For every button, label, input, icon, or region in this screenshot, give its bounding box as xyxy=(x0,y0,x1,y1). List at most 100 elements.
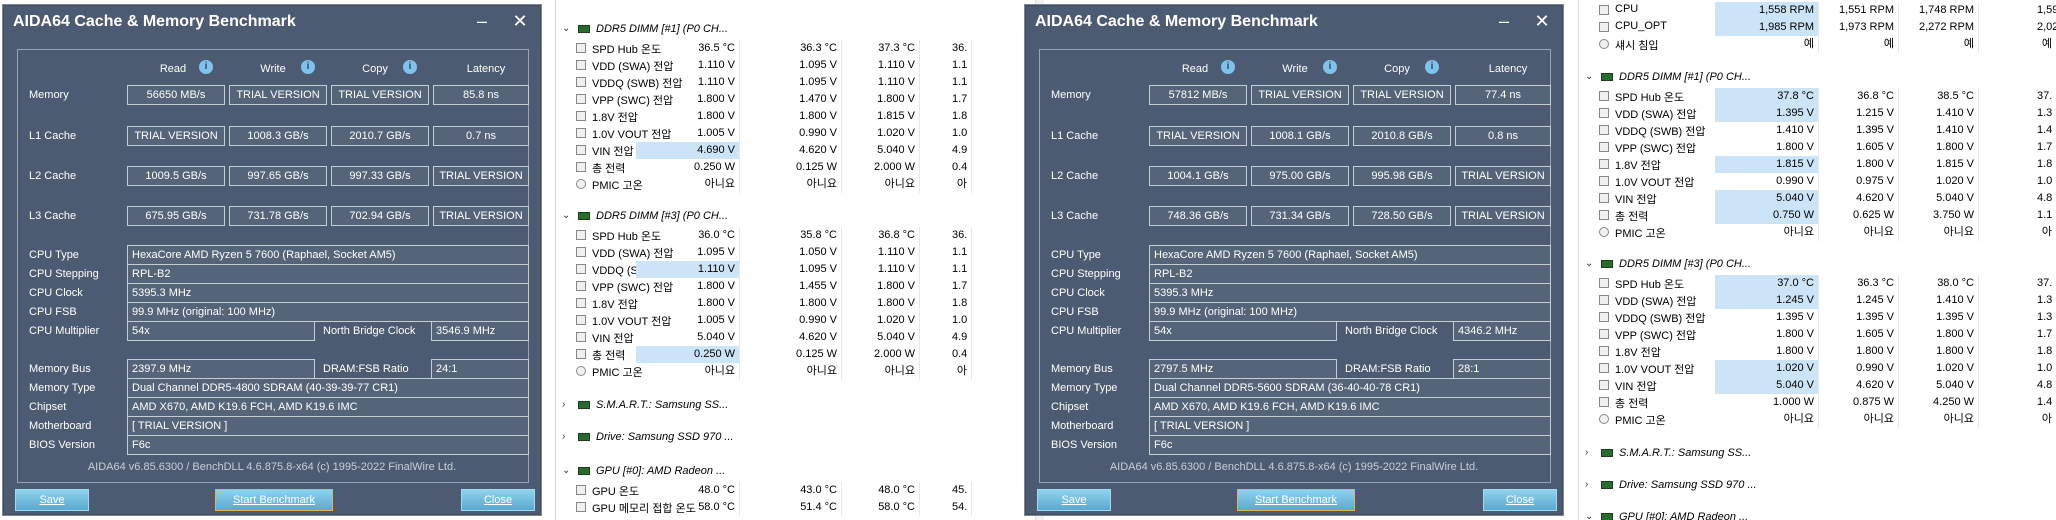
info-icon[interactable]: i xyxy=(1323,60,1337,74)
sensor-row[interactable]: GPU 메모리 접합 온도 58.0 °C 51.4 °C 58.0 °C 54. xyxy=(556,499,1044,516)
chevron-down-icon[interactable]: ⌄ xyxy=(562,465,570,476)
sensor-row[interactable]: PMIC 고온 아니요 아니요 아니요 아 xyxy=(556,363,1044,380)
sensor-row[interactable]: PMIC 고온 아니요 아니요 아니요 아 xyxy=(1579,411,2056,428)
sensor-row[interactable]: VDDQ (SWB) 전압 1.410 V 1.395 V 1.410 V 1.4 xyxy=(1579,122,2056,139)
l3-copy: 728.50 GB/s xyxy=(1353,206,1451,226)
window-close-icon[interactable]: ✕ xyxy=(1527,9,1557,35)
memory-latency: 77.4 ns xyxy=(1455,85,1551,105)
row-label-l3: L3 Cache xyxy=(1051,210,1099,222)
chevron-down-icon[interactable]: ⌄ xyxy=(562,23,570,34)
sensor-row[interactable]: VDDQ (SWB) 전압1.110 V1.095 V1.110 V1.1 xyxy=(556,74,1044,91)
info-icon[interactable]: i xyxy=(301,60,315,74)
sensor-row[interactable]: GPU 온도 48.0 °C 43.0 °C 48.0 °C 45. xyxy=(556,482,1044,499)
info-icon[interactable]: i xyxy=(403,60,417,74)
memory-read: 57812 MB/s xyxy=(1149,85,1247,105)
sensor-row[interactable]: VPP (SWC) 전압 1.800 V 1.605 V 1.800 V 1.7 xyxy=(1579,326,2056,343)
sensor-max: 1.020 V xyxy=(1901,360,1979,377)
sensor-row[interactable]: 1.0V VOUT 전압 1.005 V 0.990 V 1.020 V 1.0 xyxy=(556,125,1044,142)
sensor-row[interactable]: PMIC 고온 아니요 아니요 아니요 아 xyxy=(1579,224,2056,241)
sensor-row[interactable]: VDD (SWA) 전압 1.395 V 1.215 V 1.410 V 1.3 xyxy=(1579,105,2056,122)
sensor-row[interactable]: VDDQ (SWB) 전압1.110 V1.095 V1.110 V1.1 xyxy=(556,261,1044,278)
info-icon[interactable]: i xyxy=(199,60,213,74)
drive-group[interactable]: › Drive: Samsung SSD 970 ... xyxy=(1579,476,2056,496)
chevron-right-icon[interactable]: › xyxy=(1585,447,1588,458)
sensor-row[interactable]: 1.8V 전압 1.800 V 1.800 V 1.800 V 1.8 xyxy=(556,295,1044,312)
sensor-row[interactable]: 총 전력 0.250 W 0.125 W 2.000 W 0.4 xyxy=(556,346,1044,363)
sensor-row[interactable]: 총 전력 0.250 W 0.125 W 2.000 W 0.4 xyxy=(556,159,1044,176)
window-minimize-icon[interactable]: – xyxy=(467,9,497,35)
sensor-row[interactable]: 1.8V 전압 1.815 V 1.800 V 1.815 V 1.8 xyxy=(1579,156,2056,173)
sensor-row[interactable]: SPD Hub 온도 37.0 °C 36.3 °C 38.0 °C 37. xyxy=(1579,275,2056,292)
sensor-row[interactable]: VDD (SWA) 전압 1.095 V 1.050 V 1.110 V 1.1 xyxy=(556,244,1044,261)
chevron-right-icon[interactable]: › xyxy=(562,431,565,442)
window-close-icon[interactable]: ✕ xyxy=(505,9,535,35)
smart-group[interactable]: › S.M.A.R.T.: Samsung SS... xyxy=(556,396,1044,416)
sensor-avg: 아 xyxy=(952,363,972,380)
sensor-row[interactable]: VIN 전압 4.690 V 4.620 V 5.040 V 4.9 xyxy=(556,142,1044,159)
l2-latency: TRIAL VERSION xyxy=(433,166,529,186)
sensor-row[interactable]: VDD (SWA) 전압 1.245 V 1.245 V 1.410 V 1.3 xyxy=(1579,292,2056,309)
start-benchmark-button[interactable]: Start Benchmark xyxy=(1237,489,1355,511)
sensor-min: 0.990 V xyxy=(746,312,842,329)
chevron-right-icon[interactable]: › xyxy=(1585,479,1588,490)
sensor-row[interactable]: SPD Hub 온도 36.0 °C 35.8 °C 36.8 °C 36. xyxy=(556,227,1044,244)
save-button[interactable]: Save xyxy=(1037,489,1111,511)
sensor-row[interactable]: PMIC 고온 아니요 아니요 아니요 아 xyxy=(556,176,1044,193)
sensor-max: 1.410 V xyxy=(1901,292,1979,309)
window-title: AIDA64 Cache & Memory Benchmark xyxy=(13,13,296,30)
dimm1-group[interactable]: ⌄ DDR5 DIMM [#1] (P0 CH... xyxy=(556,20,1044,40)
chevron-down-icon[interactable]: ⌄ xyxy=(1585,258,1593,269)
sensor-row[interactable]: VDDQ (SWB) 전압 1.395 V 1.395 V 1.395 V 1.3 xyxy=(1579,309,2056,326)
sensor-row[interactable]: SPD Hub 온도 36.5 °C 36.3 °C 37.3 °C 36. xyxy=(556,40,1044,57)
bios-value: F6c xyxy=(1149,435,1551,455)
voltage-icon xyxy=(576,94,586,104)
sensor-row[interactable]: CPU_OPT1,985 RPM1,973 RPM2,272 RPM2,028 xyxy=(1579,19,2056,36)
chevron-right-icon[interactable]: › xyxy=(562,399,565,410)
sensor-row[interactable]: 1.0V VOUT 전압 1.005 V 0.990 V 1.020 V 1.0 xyxy=(556,312,1044,329)
dimm3-group[interactable]: ⌄ DDR5 DIMM [#3] (P0 CH... xyxy=(1579,255,2056,275)
sensor-row[interactable]: VPP (SWC) 전압 1.800 V 1.470 V 1.800 V 1.7 xyxy=(556,91,1044,108)
footer-text: AIDA64 v6.85.6300 / BenchDLL 4.6.875.8-x… xyxy=(1109,461,1479,473)
sensor-row[interactable]: 1.0V VOUT 전압 0.990 V 0.975 V 1.020 V 1.0 xyxy=(1579,173,2056,190)
save-button[interactable]: Save xyxy=(15,489,89,511)
sensor-avg: 4.8 xyxy=(2037,377,2056,394)
dimm1-group[interactable]: ⌄ DDR5 DIMM [#1] (P0 CH... xyxy=(1579,68,2056,88)
sensor-row[interactable]: 총 전력 0.750 W 0.625 W 3.750 W 1.1 xyxy=(1579,207,2056,224)
sensor-row[interactable]: VIN 전압 5.040 V 4.620 V 5.040 V 4.8 xyxy=(1579,190,2056,207)
cpu-multiplier-label: CPU Multiplier xyxy=(29,325,100,337)
close-button[interactable]: Close xyxy=(1483,489,1557,511)
sensor-row[interactable]: 1.8V 전압 1.800 V 1.800 V 1.815 V 1.8 xyxy=(556,108,1044,125)
chevron-down-icon[interactable]: ⌄ xyxy=(1585,71,1593,82)
sensor-row[interactable]: 1.0V VOUT 전압 1.020 V 0.990 V 1.020 V 1.0 xyxy=(1579,360,2056,377)
smart-group[interactable]: › S.M.A.R.T.: Samsung SS... xyxy=(1579,444,2056,464)
sensor-name: 1.8V 전압 xyxy=(592,112,638,124)
chevron-down-icon[interactable]: ⌄ xyxy=(562,210,570,221)
sensor-row[interactable]: CPU1,558 RPM1,551 RPM1,748 RPM1,59 xyxy=(1579,2,2056,19)
sensor-row[interactable]: VIN 전압 5.040 V 4.620 V 5.040 V 4.9 xyxy=(556,329,1044,346)
sensor-row[interactable]: 총 전력 1.000 W 0.875 W 4.250 W 1.4 xyxy=(1579,394,2056,411)
sensor-row[interactable]: VIN 전압 5.040 V 4.620 V 5.040 V 4.8 xyxy=(1579,377,2056,394)
chevron-down-icon[interactable]: ⌄ xyxy=(1585,511,1593,520)
sensor-row[interactable]: VDD (SWA) 전압 1.110 V 1.095 V 1.110 V 1.1 xyxy=(556,57,1044,74)
info-icon[interactable]: i xyxy=(1221,60,1235,74)
gpu-group[interactable]: ⌄ GPU [#0]: AMD Radeon ... xyxy=(556,462,1044,482)
sensor-max: 1,748 RPM xyxy=(1901,2,1979,19)
l3-latency: TRIAL VERSION xyxy=(1455,206,1551,226)
window-minimize-icon[interactable]: – xyxy=(1489,9,1519,35)
drive-group[interactable]: › Drive: Samsung SSD 970 ... xyxy=(556,428,1044,448)
sensor-row[interactable]: VPP (SWC) 전압 1.800 V 1.455 V 1.800 V 1.7 xyxy=(556,278,1044,295)
l3-read: 748.36 GB/s xyxy=(1149,206,1247,226)
info-icon[interactable]: i xyxy=(1425,60,1439,74)
start-benchmark-label: Start Benchmark xyxy=(233,494,315,506)
sensor-max: 5.040 V xyxy=(842,142,920,159)
sensor-row[interactable]: 1.8V 전압 1.800 V 1.800 V 1.800 V 1.8 xyxy=(1579,343,2056,360)
close-button[interactable]: Close xyxy=(461,489,535,511)
sensor-row[interactable]: SPD Hub 온도 37.8 °C 36.8 °C 38.5 °C 37. xyxy=(1579,88,2056,105)
sensor-row[interactable]: 섀시 침입 예 예 예 예 xyxy=(1579,36,2056,53)
dimm3-group[interactable]: ⌄ DDR5 DIMM [#3] (P0 CH... xyxy=(556,207,1044,227)
sensor-name: VIN 전압 xyxy=(592,146,634,158)
voltage-icon xyxy=(1599,380,1609,390)
gpu-group[interactable]: ⌄ GPU [#0]: AMD Radeon ... xyxy=(1579,508,2056,520)
sensor-row[interactable]: VPP (SWC) 전압 1.800 V 1.605 V 1.800 V 1.7 xyxy=(1579,139,2056,156)
start-benchmark-button[interactable]: Start Benchmark xyxy=(215,489,333,511)
